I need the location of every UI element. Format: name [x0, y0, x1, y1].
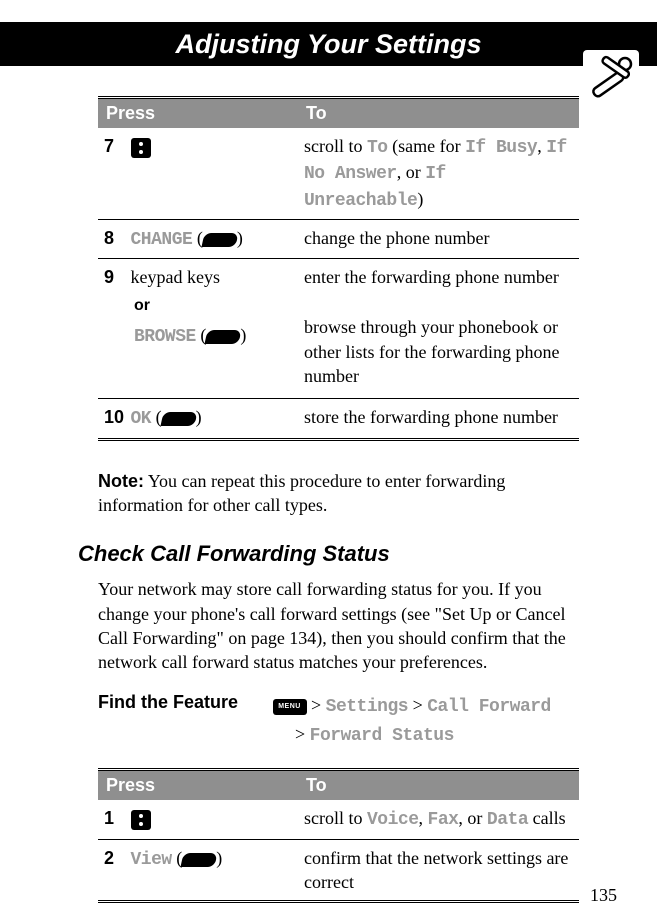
menu-path: MENU > Settings > Call Forward > Forward… [273, 692, 551, 750]
soft-key-icon [160, 412, 197, 426]
step-number: 2 [104, 846, 126, 870]
find-feature-block: Find the Feature MENU > Settings > Call … [98, 692, 579, 750]
table-row: 7 scroll to To (same for If Busy, If No … [98, 128, 579, 219]
step-description: enter the forwarding phone number browse… [298, 259, 579, 399]
page-number: 135 [590, 885, 617, 906]
softkey-label: View [131, 850, 172, 870]
scroll-key-icon [131, 810, 151, 830]
step-description: scroll to To (same for If Busy, If No An… [298, 128, 579, 219]
section-heading: Check Call Forwarding Status [78, 541, 579, 567]
softkey-label: CHANGE [131, 230, 193, 250]
step-description: store the forwarding phone number [298, 399, 579, 438]
col-to: To [298, 771, 579, 800]
soft-key-icon [205, 330, 242, 344]
soft-key-icon [201, 233, 238, 247]
step-description: change the phone number [298, 219, 579, 258]
note-label: Note: [98, 471, 144, 491]
table-row: 2 View () confirm that the network setti… [98, 839, 579, 900]
step-number: 1 [104, 806, 126, 830]
or-label: or [134, 295, 292, 317]
softkey-label: OK [131, 409, 152, 429]
step-description: scroll to Voice, Fax, or Data calls [298, 800, 579, 839]
step-description: confirm that the network settings are co… [298, 839, 579, 900]
body-paragraph: Your network may store call forwarding s… [98, 577, 579, 674]
table-row: 1 scroll to Voice, Fax, or Data calls [98, 800, 579, 839]
page-title: Adjusting Your Settings [0, 22, 657, 66]
header-bar: Adjusting Your Settings [0, 22, 657, 66]
menu-key-icon: MENU [273, 699, 307, 715]
note-paragraph: Note: You can repeat this procedure to e… [98, 469, 579, 518]
step-number: 10 [104, 405, 126, 429]
instruction-table-1: Press To 7 scroll to To (same for If Bus… [98, 96, 579, 441]
col-to: To [298, 99, 579, 128]
step-number: 9 [104, 265, 126, 289]
col-press: Press [98, 771, 298, 800]
table-row: 9 keypad keys or BROWSE () enter the for… [98, 259, 579, 399]
soft-key-icon [181, 853, 218, 867]
table-row: 8 CHANGE () change the phone number [98, 219, 579, 258]
col-press: Press [98, 99, 298, 128]
step-number: 7 [104, 134, 126, 158]
table-header-row: Press To [98, 771, 579, 800]
settings-tools-icon [583, 50, 639, 106]
scroll-key-icon [131, 138, 151, 158]
softkey-label: BROWSE [134, 327, 196, 347]
instruction-table-2: Press To 1 scroll to Voice, Fax, or Data… [98, 768, 579, 903]
press-text: keypad keys [131, 267, 220, 287]
table-row: 10 OK () store the forwarding phone numb… [98, 399, 579, 438]
table-header-row: Press To [98, 99, 579, 128]
step-number: 8 [104, 226, 126, 250]
find-feature-label: Find the Feature [98, 692, 268, 713]
